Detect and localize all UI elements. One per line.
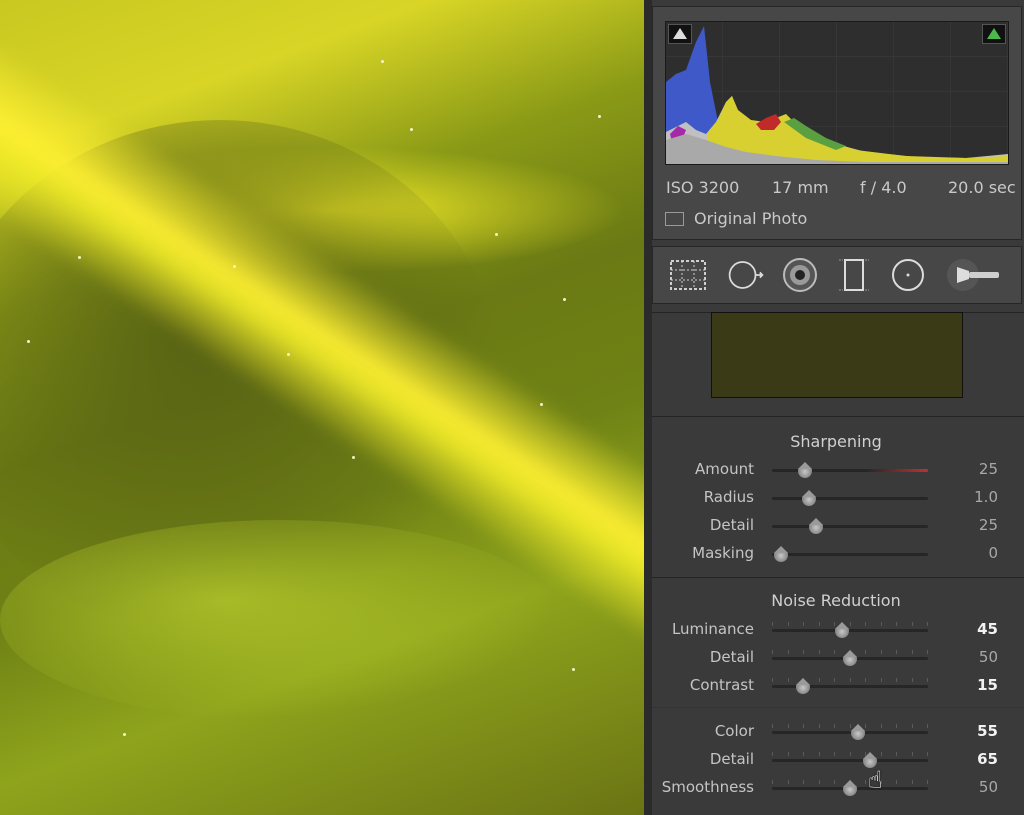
slider-track[interactable]: [772, 525, 928, 528]
slider-thumb[interactable]: [796, 678, 811, 694]
slider-track[interactable]: [772, 629, 928, 632]
slider-track[interactable]: [772, 759, 928, 762]
slider-value[interactable]: 65: [966, 750, 998, 768]
star: [540, 403, 543, 406]
slider-value[interactable]: 50: [966, 778, 998, 796]
triangle-icon: [987, 28, 1001, 39]
star: [563, 298, 566, 301]
slider-value[interactable]: 15: [966, 676, 998, 694]
sharpening-title: Sharpening: [790, 432, 882, 451]
slider-thumb[interactable]: [843, 650, 857, 666]
star: [572, 668, 575, 671]
slider-value[interactable]: 1.0: [966, 488, 998, 506]
spot-removal-icon[interactable]: [727, 257, 765, 293]
noise-reduction-title: Noise Reduction: [771, 591, 901, 610]
slider-value[interactable]: 0: [966, 544, 998, 562]
panel-divider: [644, 0, 652, 815]
slider-row-luminance: Luminance 45: [652, 618, 1020, 642]
original-photo-toggle[interactable]: Original Photo: [665, 209, 807, 228]
slider-row-contrast: Contrast 15: [652, 674, 1020, 698]
slider-track[interactable]: [772, 497, 928, 500]
tool-strip: [652, 246, 1022, 304]
slider-thumb[interactable]: [835, 622, 850, 638]
slider-ticks: [772, 622, 928, 626]
star: [410, 128, 413, 131]
histogram-panel: ISO 3200 17 mm f / 4.0 20.0 sec Original…: [652, 6, 1022, 240]
slider-thumb[interactable]: [808, 518, 823, 534]
star: [78, 256, 81, 259]
slider-track[interactable]: [772, 469, 928, 472]
slider-row-radius: Radius 1.0: [652, 486, 1020, 510]
slider-label: Detail: [709, 750, 754, 768]
slider-label: Amount: [695, 460, 754, 478]
slider-thumb[interactable]: [774, 546, 789, 562]
slider-label: Radius: [703, 488, 754, 506]
slider-row-detail: Detail 65: [652, 748, 1020, 772]
graduated-filter-icon[interactable]: [835, 257, 873, 293]
slider-row-detail: Detail 25: [652, 514, 1020, 538]
slider-label: Contrast: [689, 676, 754, 694]
checkbox-icon[interactable]: [665, 211, 684, 226]
aurora-glow: [0, 520, 560, 720]
slider-label: Smoothness: [661, 778, 754, 796]
star: [598, 115, 601, 118]
detail-zoom-preview[interactable]: [711, 312, 963, 398]
slider-label: Luminance: [671, 620, 754, 638]
shadow-clipping-button[interactable]: [668, 24, 692, 44]
slider-ticks: [772, 752, 928, 756]
star: [352, 456, 355, 459]
star: [287, 353, 290, 356]
slider-row-smoothness: Smoothness 50: [652, 776, 1020, 800]
star: [123, 733, 126, 736]
star: [495, 233, 498, 236]
right-panel: ISO 3200 17 mm f / 4.0 20.0 sec Original…: [652, 0, 1024, 815]
slider-label: Color: [714, 722, 754, 740]
slider-value[interactable]: 25: [966, 460, 998, 478]
slider-row-color: Color 55: [652, 720, 1020, 744]
original-photo-label: Original Photo: [694, 209, 808, 228]
slider-row-detail: Detail 50: [652, 646, 1020, 670]
slider-row-amount: Amount 25: [652, 458, 1020, 482]
slider-value[interactable]: 50: [966, 648, 998, 666]
histogram-graph: [665, 21, 1009, 165]
highlight-clipping-button[interactable]: [982, 24, 1006, 44]
star: [381, 60, 384, 63]
slider-label: Detail: [709, 516, 754, 534]
star: [233, 265, 236, 268]
slider-value[interactable]: 25: [966, 516, 998, 534]
crop-overlay-icon[interactable]: [669, 257, 707, 293]
slider-thumb[interactable]: [802, 490, 817, 506]
slider-row-masking: Masking 0: [652, 542, 1020, 566]
shutter-speed-value: 20.0 sec: [948, 178, 1016, 197]
hand-cursor-icon: ☝: [868, 766, 883, 794]
slider-thumb[interactable]: [850, 724, 865, 740]
aperture-value: f / 4.0: [860, 178, 907, 197]
iso-value: ISO 3200: [666, 178, 740, 197]
photo-preview: [0, 0, 644, 815]
slider-label: Masking: [692, 544, 754, 562]
adjustment-brush-icon[interactable]: [945, 257, 1005, 293]
slider-thumb[interactable]: [797, 462, 812, 478]
slider-label: Detail: [709, 648, 754, 666]
radial-filter-icon[interactable]: [889, 257, 927, 293]
slider-track[interactable]: [772, 553, 928, 556]
slider-value[interactable]: 45: [966, 620, 998, 638]
slider-thumb[interactable]: [843, 780, 857, 796]
star: [27, 340, 30, 343]
slider-value[interactable]: 55: [966, 722, 998, 740]
histogram-chart: [666, 22, 1008, 164]
red-eye-icon[interactable]: [781, 257, 819, 293]
triangle-icon: [673, 28, 687, 39]
focal-length-value: 17 mm: [772, 178, 829, 197]
